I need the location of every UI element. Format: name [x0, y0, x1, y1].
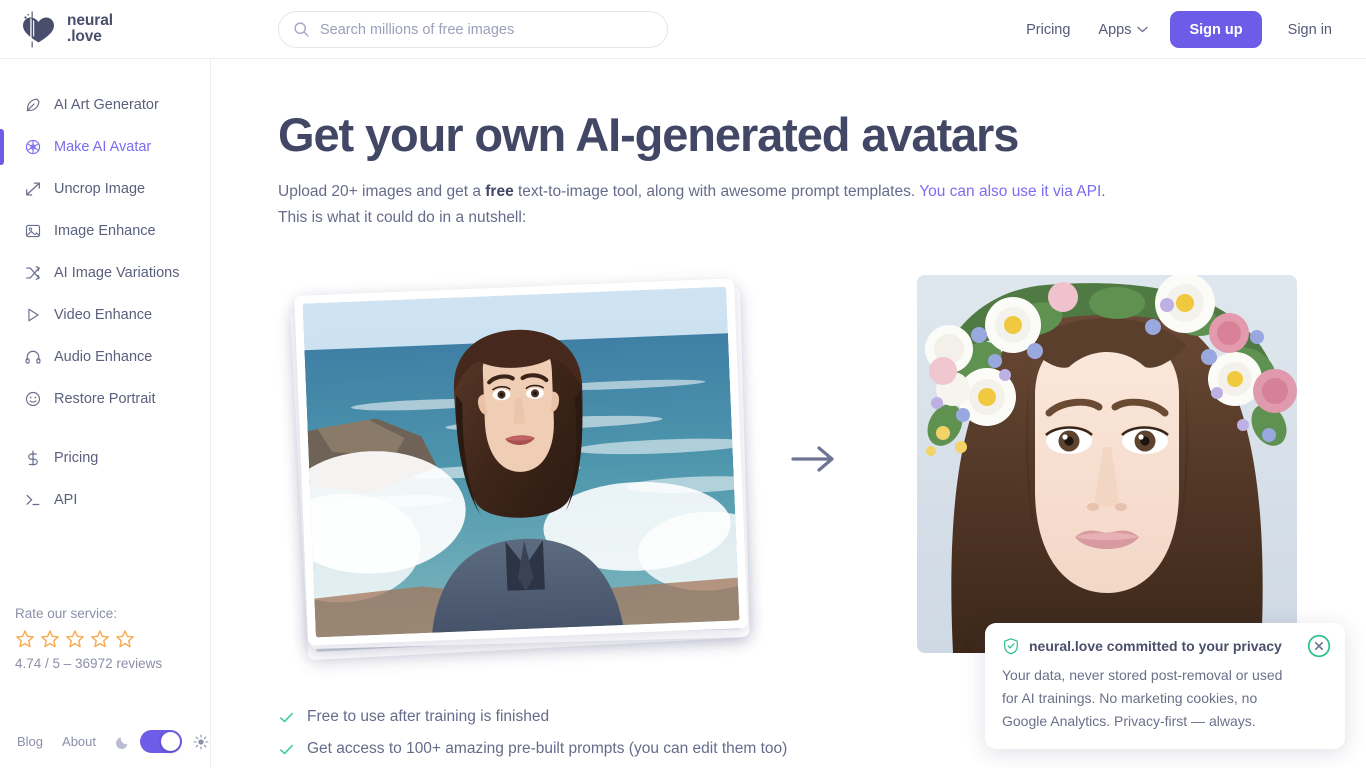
search-input[interactable] [320, 21, 653, 38]
nav-apps-label: Apps [1098, 21, 1132, 38]
sidebar-item-pricing[interactable]: Pricing [0, 437, 211, 479]
nav-links: Pricing Apps Sign up Sign in [1012, 0, 1346, 59]
search-icon [294, 22, 309, 37]
photo-card-front[interactable] [294, 278, 748, 646]
theme-toggle-switch[interactable] [140, 730, 183, 753]
subtitle-bold-free: free [485, 183, 514, 200]
sidebar-item-label: AI Image Variations [54, 265, 180, 281]
feature-checklist: Free to use after training is finished G… [278, 701, 1098, 765]
headphones-icon [25, 350, 41, 364]
chevron-down-icon [1137, 26, 1149, 33]
sidebar-item-label: Image Enhance [54, 223, 156, 239]
star-icon-5[interactable] [115, 629, 135, 649]
aperture-icon [25, 139, 41, 155]
close-circle-icon[interactable] [1307, 634, 1331, 658]
heart-logo-icon [23, 11, 54, 48]
before-image-stack[interactable] [289, 278, 759, 671]
rating-block: Rate our service: 4.74 / 5 – 36972 revie… [15, 606, 205, 671]
sidebar-item-audio-enhance[interactable]: Audio Enhance [0, 336, 211, 378]
nav-pricing-link[interactable]: Pricing [1012, 22, 1084, 38]
privacy-toast: neural.love committed to your privacy Yo… [985, 623, 1345, 749]
sidebar-item-label: Uncrop Image [54, 181, 146, 197]
arrow-right-icon [791, 446, 834, 472]
privacy-toast-header: neural.love committed to your privacy [1002, 637, 1328, 655]
sign-up-button[interactable]: Sign up [1170, 11, 1262, 48]
api-link[interactable]: You can also use it via API [919, 183, 1101, 200]
image-icon [25, 224, 41, 238]
star-icon-3[interactable] [65, 629, 85, 649]
star-icon-2[interactable] [40, 629, 60, 649]
sidebar-item-label: API [54, 492, 78, 508]
about-link[interactable]: About [62, 734, 96, 749]
sidebar-item-video-enhance[interactable]: Video Enhance [0, 294, 211, 336]
subtitle-part-3: . [1101, 183, 1106, 200]
brand-name-line1: neural [67, 12, 113, 29]
top-navigation-bar: neural .love Pricing Apps Sign up Sign i… [0, 0, 1366, 59]
sidebar-item-label: Pricing [54, 450, 99, 466]
play-triangle-icon [28, 308, 39, 322]
feather-pen-icon [26, 98, 40, 112]
rating-label: Rate our service: [15, 606, 118, 621]
subtitle-line-2: This is what it could do in a nutshell: [278, 209, 527, 226]
sidebar-item-make-ai-avatar[interactable]: Make AI Avatar [0, 126, 211, 168]
sidebar-item-api[interactable]: API [0, 479, 211, 521]
privacy-toast-body: Your data, never stored post-removal or … [1002, 667, 1283, 729]
sidebar-tool-list: AI Art Generator Make AI Avatar Uncrop I… [0, 84, 211, 521]
checklist-item: Get access to 100+ amazing pre-built pro… [278, 733, 1098, 765]
star-icon-4[interactable] [90, 629, 110, 649]
before-photo [302, 286, 740, 638]
check-icon [280, 744, 293, 754]
brand-name-line2: .love [67, 28, 102, 45]
nav-apps-dropdown[interactable]: Apps [1084, 22, 1162, 38]
sidebar-item-label: Audio Enhance [54, 349, 153, 365]
terminal-prompt-icon [26, 494, 40, 506]
page-title: Get your own AI-generated avatars [278, 108, 1019, 161]
dollar-sign-icon [28, 450, 38, 466]
sidebar-footer: Blog About [17, 730, 209, 753]
subtitle-part-2: text-to-image tool, along with awesome p… [513, 183, 920, 200]
brand-name: neural .love [67, 13, 113, 45]
moon-icon[interactable] [115, 734, 131, 750]
blog-link[interactable]: Blog [17, 734, 43, 749]
after-image[interactable] [917, 275, 1297, 653]
sidebar-item-label: Make AI Avatar [54, 139, 152, 155]
sidebar: AI Art Generator Make AI Avatar Uncrop I… [0, 59, 211, 768]
rating-score-text: 4.74 / 5 – 36972 reviews [15, 656, 163, 671]
checklist-item-label: Free to use after training is finished [307, 708, 550, 725]
smiley-face-icon [25, 391, 41, 407]
sidebar-item-image-enhance[interactable]: Image Enhance [0, 210, 211, 252]
subtitle-part-1: Upload 20+ images and get a [278, 183, 486, 200]
page-subtitle: Upload 20+ images and get a free text-to… [278, 179, 1238, 231]
sidebar-divider-gap [0, 420, 211, 437]
search-bar[interactable] [278, 11, 668, 48]
sign-in-link[interactable]: Sign in [1274, 22, 1346, 38]
sidebar-item-label: Restore Portrait [54, 391, 156, 407]
shield-check-icon [1004, 638, 1018, 655]
sidebar-item-ai-image-variations[interactable]: AI Image Variations [0, 252, 211, 294]
privacy-toast-title: neural.love committed to your privacy [1029, 638, 1282, 654]
theme-toggle-knob [161, 732, 181, 751]
checklist-item-label: Get access to 100+ amazing pre-built pro… [307, 740, 788, 757]
sidebar-item-label: AI Art Generator [54, 97, 159, 113]
shuffle-icon [26, 266, 40, 280]
sun-icon[interactable] [193, 734, 209, 750]
check-icon [280, 712, 293, 722]
brand-logo[interactable]: neural .love [18, 9, 113, 49]
sidebar-item-ai-art-generator[interactable]: AI Art Generator [0, 84, 211, 126]
sidebar-item-uncrop-image[interactable]: Uncrop Image [0, 168, 211, 210]
sidebar-item-label: Video Enhance [54, 307, 153, 323]
star-rating[interactable] [15, 629, 205, 649]
expand-arrows-icon [26, 182, 40, 196]
sidebar-item-restore-portrait[interactable]: Restore Portrait [0, 378, 211, 420]
checklist-item: Free to use after training is finished [278, 701, 1098, 733]
star-icon-1[interactable] [15, 629, 35, 649]
